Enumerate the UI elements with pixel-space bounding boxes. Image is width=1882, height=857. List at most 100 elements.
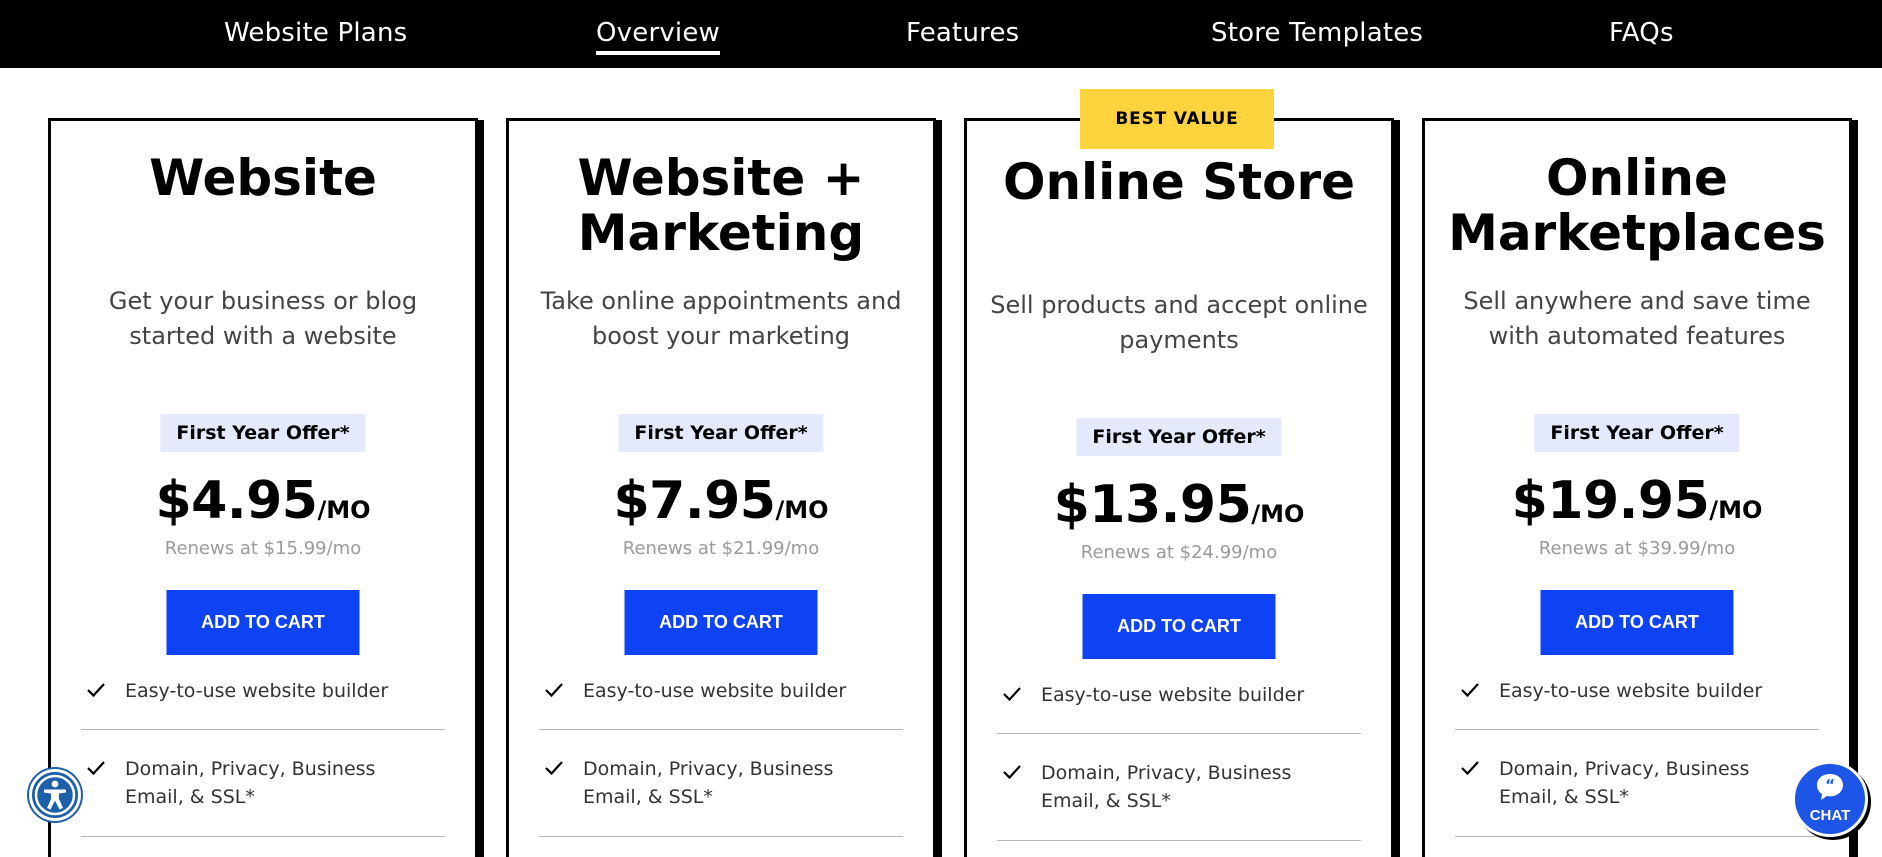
best-value-badge: BEST VALUE xyxy=(1080,89,1274,149)
renewal-price: Renews at $39.99/mo xyxy=(1538,538,1736,559)
feature-item: Domain, Privacy, Business Email, & SSL* xyxy=(539,755,903,811)
plan-price: $4.95/MO xyxy=(51,471,475,531)
check-icon xyxy=(1461,761,1479,776)
price-unit: /MO xyxy=(775,496,829,524)
feature-divider xyxy=(81,836,445,837)
feature-divider xyxy=(81,729,445,730)
svg-text:“: “ xyxy=(1825,776,1835,794)
feature-divider xyxy=(997,840,1361,841)
feature-text: Domain, Privacy, Business Email, & SSL* xyxy=(81,755,445,811)
feature-text: Domain, Privacy, Business Email, & SSL* xyxy=(997,759,1361,815)
plan-price: $13.95/MO xyxy=(967,475,1391,535)
add-to-cart-button[interactable]: ADD TO CART xyxy=(624,590,818,655)
plan-description-line: with automated features xyxy=(1488,322,1786,350)
check-icon xyxy=(1461,683,1479,698)
plan-title-line: Online xyxy=(1546,149,1728,207)
plan-price: $7.95/MO xyxy=(509,471,933,531)
nav-website-plans[interactable]: Website Plans xyxy=(224,0,407,68)
accessibility-button[interactable] xyxy=(29,769,81,821)
plan-description-line: Sell products and accept online xyxy=(990,291,1368,319)
feature-divider xyxy=(1455,729,1819,730)
renewal-price: Renews at $24.99/mo xyxy=(1080,542,1278,563)
first-year-offer-badge: First Year Offer* xyxy=(1076,418,1282,456)
add-to-cart-button[interactable]: ADD TO CART xyxy=(1540,590,1734,655)
plan-description-line: boost your marketing xyxy=(591,322,851,350)
price-amount: $19.95 xyxy=(1511,471,1710,531)
feature-text-line: Email, & SSL* xyxy=(1041,790,1171,812)
feature-text-line: Domain, Privacy, Business xyxy=(125,758,376,780)
feature-item: Easy-to-use website builder xyxy=(997,681,1361,709)
feature-item: Easy-to-use website builder xyxy=(1455,677,1819,705)
feature-text: Easy-to-use website builder xyxy=(1455,677,1819,705)
first-year-offer-badge: First Year Offer* xyxy=(618,414,824,452)
plan-title: Online Store xyxy=(967,155,1391,210)
chat-bubble-icon: “ xyxy=(1817,774,1843,800)
nav-overview[interactable]: Overview xyxy=(596,0,721,68)
plan-title-line: Website + xyxy=(577,149,865,207)
plan-description-line: Take online appointments and xyxy=(540,287,902,315)
plan-price: $19.95/MO xyxy=(1425,471,1849,531)
feature-text-line: Easy-to-use website builder xyxy=(583,680,847,702)
plan-title: Online Marketplaces xyxy=(1425,151,1849,261)
feature-divider xyxy=(1455,836,1819,837)
first-year-offer-badge: First Year Offer* xyxy=(160,414,366,452)
plan-description-line: payments xyxy=(1119,326,1239,354)
feature-item: Domain, Privacy, Business Email, & SSL* xyxy=(81,755,445,811)
plan-description: Get your business or blog started with a … xyxy=(71,284,455,354)
plan-title-line: Marketplaces xyxy=(1448,204,1826,262)
nav-faqs[interactable]: FAQs xyxy=(1609,0,1674,68)
check-icon xyxy=(1003,765,1021,780)
plan-card: Website Get your business or blog started … xyxy=(48,118,478,857)
add-to-cart-button[interactable]: ADD TO CART xyxy=(1082,594,1276,659)
feature-text: Domain, Privacy, Business Email, & SSL* xyxy=(539,755,903,811)
first-year-offer-badge: First Year Offer* xyxy=(1534,414,1740,452)
feature-item: Easy-to-use website builder xyxy=(81,677,445,705)
check-icon xyxy=(545,761,563,776)
feature-divider xyxy=(997,733,1361,734)
feature-item: Easy-to-use website builder xyxy=(539,677,903,705)
plan-description-line: started with a website xyxy=(129,322,397,350)
plan-description-line: Get your business or blog xyxy=(108,287,418,315)
price-unit: /MO xyxy=(1251,500,1305,528)
feature-text: Easy-to-use website builder xyxy=(997,681,1361,709)
plan-card: Website + Marketing Take online appointmen… xyxy=(506,118,936,857)
nav-features[interactable]: Features xyxy=(906,0,1019,68)
plan-description-line: Sell anywhere and save time xyxy=(1463,287,1811,315)
check-icon xyxy=(545,683,563,698)
plan-description: Sell anywhere and save time with automate… xyxy=(1445,284,1829,354)
feature-item: Domain, Privacy, Business Email, & SSL* xyxy=(997,759,1361,815)
price-unit: /MO xyxy=(1709,496,1763,524)
feature-text-line: Domain, Privacy, Business xyxy=(583,758,834,780)
feature-item: Domain, Privacy, Business Email, & SSL* xyxy=(1455,755,1819,811)
plan-title: Website xyxy=(51,151,475,206)
feature-text: Easy-to-use website builder xyxy=(539,677,903,705)
plan-description: Take online appointments and boost your m… xyxy=(529,284,913,354)
feature-divider xyxy=(539,729,903,730)
feature-text-line: Email, & SSL* xyxy=(1499,786,1629,808)
price-unit: /MO xyxy=(317,496,371,524)
add-to-cart-button[interactable]: ADD TO CART xyxy=(166,590,360,655)
top-nav: Website Plans Overview Features Store Te… xyxy=(0,0,1882,68)
feature-divider xyxy=(539,836,903,837)
check-icon xyxy=(1003,687,1021,702)
feature-text-line: Easy-to-use website builder xyxy=(1499,680,1763,702)
feature-text-line: Email, & SSL* xyxy=(583,786,713,808)
chat-label: CHAT xyxy=(1809,807,1851,824)
plan-card: Online Marketplaces Sell anywhere and save… xyxy=(1422,118,1852,857)
check-icon xyxy=(87,761,105,776)
plan-title-line: Website xyxy=(149,149,377,207)
nav-store-templates[interactable]: Store Templates xyxy=(1211,0,1423,68)
feature-text-line: Domain, Privacy, Business xyxy=(1499,758,1750,780)
feature-text-line: Domain, Privacy, Business xyxy=(1041,762,1292,784)
plan-title-line: Marketing xyxy=(577,204,865,262)
price-amount: $13.95 xyxy=(1053,475,1252,535)
price-amount: $7.95 xyxy=(613,471,776,531)
feature-text: Domain, Privacy, Business Email, & SSL* xyxy=(1455,755,1819,811)
renewal-price: Renews at $21.99/mo xyxy=(622,538,820,559)
feature-text-line: Easy-to-use website builder xyxy=(125,680,389,702)
plan-description: Sell products and accept online payments xyxy=(987,288,1371,358)
feature-text: Easy-to-use website builder xyxy=(81,677,445,705)
chat-button[interactable]: “ CHAT xyxy=(1792,761,1868,837)
plan-title: Website + Marketing xyxy=(509,151,933,261)
plan-card: Online Store Sell products and accept onl… xyxy=(964,118,1394,857)
